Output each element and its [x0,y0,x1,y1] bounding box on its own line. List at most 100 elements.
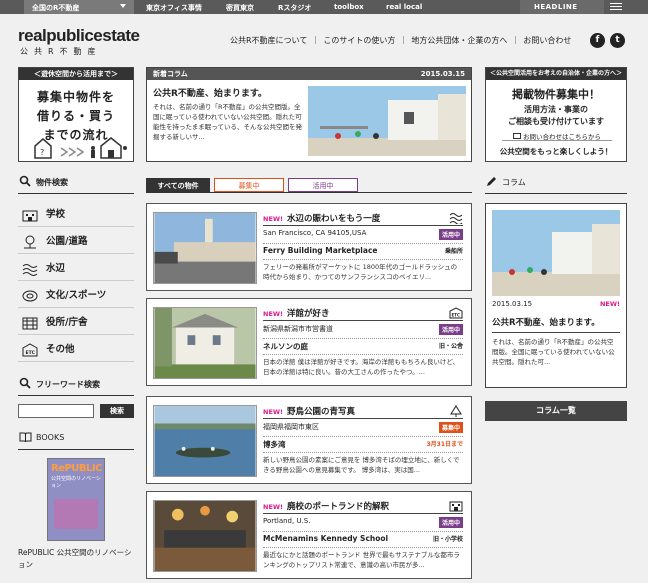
card-location-row: 新潟県新潟市市営書道 活用中 [263,324,463,335]
search-icon [19,377,31,389]
status-badge: 活用中 [438,324,463,335]
latest-column-panel[interactable]: 新着コラム 2015.03.15 公共R不動産、始まります。 それは、名前の通り「… [146,67,472,162]
listing-recruit-banner[interactable]: ＜公共空間活用をお考えの自治体・企業の方へ＞ 掲載物件募集中！ 活用方法・事業の… [485,67,627,162]
toplink-tokyo-office[interactable]: 東京オフィス事情 [146,3,202,13]
card-title[interactable]: 野鳥公園の青写真 [287,407,355,417]
free-word-search-input[interactable] [18,404,94,418]
card-deadline: 3月31日まで [426,441,463,448]
column-card[interactable]: 2015.03.15 NEW! 公共R不動産、始まります。 それは、名前の通り「… [485,203,627,388]
recruit-line: ご相談も受け付けています [508,117,604,126]
property-card[interactable]: NEW! 廃校のポートランド的解釈 Portland, U.S. 活用中 McMen… [146,491,472,579]
column-photo [492,210,620,296]
house-flow-icon: ? [34,137,127,159]
hamburger-menu-icon[interactable] [604,0,628,14]
facebook-icon[interactable]: f [590,33,605,48]
property-card[interactable]: NEW! 洋館が好き ETC 新潟県新潟市市営書道 活用中 ネルソンの庭 旧・公舎 日本… [146,298,472,386]
book-cover-republic[interactable]: RePUBLIC 公共空間のリノベーション [47,458,105,541]
card-description: フェリーの発着所がマーケットに 1800年代のゴールドラッシュの時代から始まり、… [263,259,463,282]
contact-link-label: お問い合わせはこちらから [523,133,601,141]
column-list-button[interactable]: コラム一覧 [485,401,627,421]
nav-about[interactable]: 公共R不動産について [230,36,307,45]
global-nav: 公共R不動産について｜このサイトの使い方｜地方公共団体・企業の方へ｜お問い合わせ [230,35,575,46]
contact-link[interactable]: お問い合わせはこちらから [502,131,612,141]
promo-line: 募集中物件を [36,90,115,104]
nav-how-to-use[interactable]: このサイトの使い方 [323,36,395,45]
new-label: NEW! [263,408,284,416]
toplink-r-studio[interactable]: Rスタジオ [278,3,311,13]
card-title[interactable]: 廃校のポートランド的解釈 [287,502,389,512]
card-name-row: McMenamins Kennedy School 旧・小学校 [263,531,463,544]
nav-contact[interactable]: お問い合わせ [523,36,571,45]
recruit-title: 掲載物件募集中！ [512,88,600,101]
headline-label: HEADLINE [534,3,578,11]
category-culture-sports[interactable]: 文化/スポーツ [18,284,134,308]
card-location: Portland, U.S. [263,517,311,525]
tree-icon [450,405,462,417]
new-label: NEW! [263,310,284,318]
svg-text:ETC: ETC [26,350,36,356]
kennedy-school-photo [153,500,257,572]
card-name-row: 博多湾 3月31日まで [263,436,463,449]
category-label: その他 [46,344,75,355]
government-building-icon [22,317,38,330]
etc-icon: ETC [449,307,463,319]
category-label: 水辺 [46,263,66,274]
property-card[interactable]: NEW! 水辺の賑わいをもう一度 San Francisco, CA 94105,… [146,203,472,291]
search-icon [19,175,31,187]
book-caption[interactable]: RePUBLIC 公共空間のリノベーション [18,547,134,571]
card-name-row: ネルソンの庭 旧・公舎 [263,338,463,351]
nav-separator: ｜ [311,36,320,45]
site-logo[interactable]: realpublicestate 公共R不動産 [18,26,140,57]
book-icon [19,432,32,443]
headline-button[interactable]: HEADLINE [520,0,604,14]
twitter-icon[interactable]: t [610,33,625,48]
svg-text:ETC: ETC [452,313,460,318]
promo-line: 借りる・買う [36,109,115,123]
property-card[interactable]: NEW! 野鳥公園の青写真 福岡県福岡市東区 募集中 博多湾 3月31日まで 新しい野… [146,396,472,484]
column-title[interactable]: 公共R不動産、始まります。 [492,316,620,333]
new-label: NEW! [263,215,284,223]
category-waterside[interactable]: 水辺 [18,257,134,281]
wave-icon [449,213,463,224]
tab-all-properties[interactable]: すべての物件 [146,178,210,192]
new-label: NEW! [263,503,284,511]
nav-separator: ｜ [399,36,408,45]
stadium-icon [22,290,38,302]
category-school[interactable]: 学校 [18,203,134,227]
logo-subtitle: 公共R不動産 [20,47,102,56]
school-icon [22,210,38,222]
news-title[interactable]: 公共R不動産、始まります。 [153,86,305,99]
category-label: 学校 [46,209,66,220]
tab-in-use[interactable]: 活用中 [288,178,358,192]
divider [18,395,134,396]
news-date: 2015.03.15 [420,70,465,78]
card-location: San Francisco, CA 94105,USA [263,229,367,237]
pencil-icon [487,177,496,186]
recruit-tagline: 公共空間をもっと楽しくしよう！ [499,147,613,156]
western-house-photo [153,307,257,379]
card-title-row: NEW! 水辺の賑わいをもう一度 [263,212,463,226]
tab-recruiting[interactable]: 募集中 [214,178,284,192]
card-tag: 旧・小学校 [432,536,463,543]
new-label: NEW! [599,300,620,308]
status-badge: 募集中 [438,422,463,433]
toplink-toolbox[interactable]: toolbox [334,3,364,11]
toplink-real-local[interactable]: real local [386,3,422,11]
search-button[interactable]: 検索 [100,404,134,418]
card-location-row: San Francisco, CA 94105,USA 活用中 [263,229,463,240]
card-title[interactable]: 水辺の賑わいをもう一度 [287,214,380,224]
category-government-office[interactable]: 役所/庁舎 [18,311,134,335]
category-park-road[interactable]: 公園/道路 [18,230,134,254]
nav-for-municipalities[interactable]: 地方公共団体・企業の方へ [411,36,507,45]
divider [18,193,134,194]
category-other[interactable]: ETC その他 [18,338,134,362]
region-label: 全国のR不動産 [32,4,80,12]
region-selector[interactable]: 全国のR不動産 [24,0,134,14]
recruit-bar: ＜公共空間活用をお考えの自治体・企業の方へ＞ [486,68,626,80]
toplink-mitsubai[interactable]: 密買東京 [226,3,254,13]
flow-promo-banner[interactable]: ＜遊休空間から活用まで＞ 募集中物件を 借りる・買う までの流れ ? [18,67,134,162]
card-name: McMenamins Kennedy School [263,534,389,543]
card-description: 日本の洋館 僕は洋館が好きです。海岸の洋館ももちろん良いけど、日本の洋館は特に良… [263,354,463,377]
card-title[interactable]: 洋館が好き [287,309,330,319]
recruit-line: 活用方法・事業の [524,105,588,114]
